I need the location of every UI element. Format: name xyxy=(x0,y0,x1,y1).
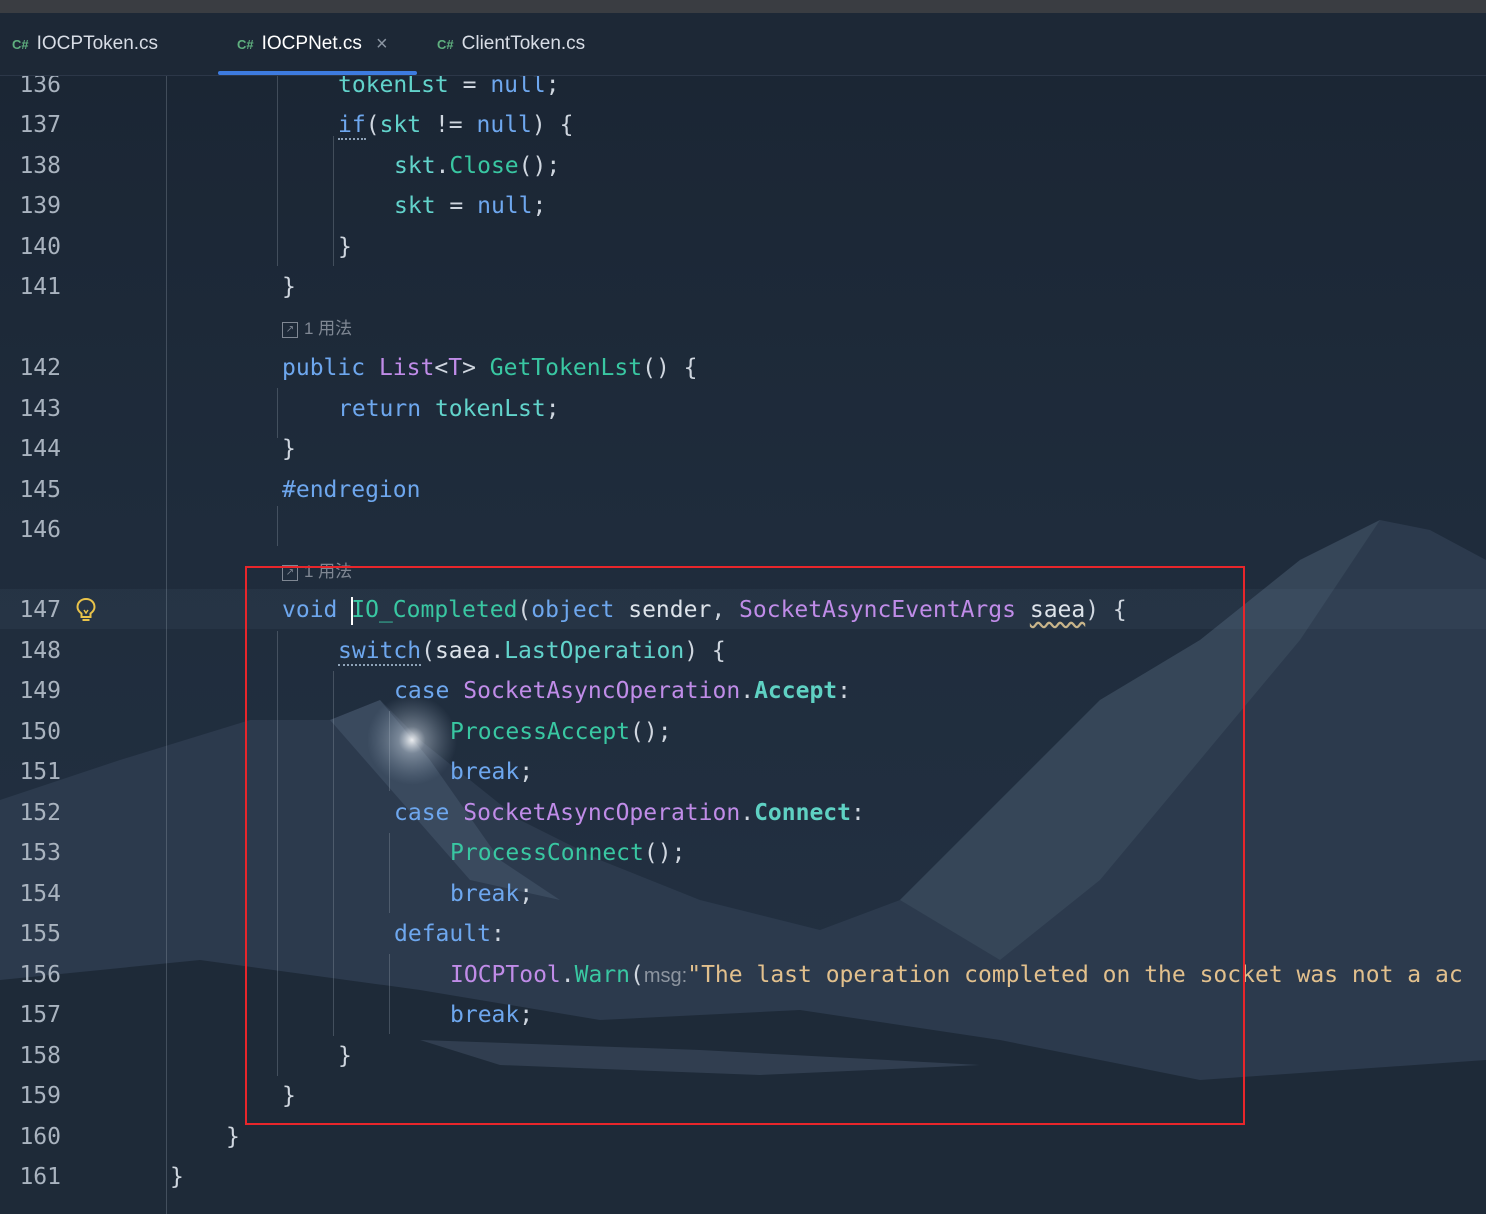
tab-clienttoken[interactable]: C# ClientToken.cs xyxy=(437,13,585,75)
line-number: 159 xyxy=(19,1083,61,1109)
line-number: 156 xyxy=(19,962,61,988)
line-number: 146 xyxy=(19,517,61,543)
code-line: 141 } xyxy=(0,267,1486,307)
line-number: 139 xyxy=(19,193,61,219)
line-number: 152 xyxy=(19,800,61,826)
code-text: return tokenLst; xyxy=(338,396,560,422)
tab-iocptoken[interactable]: C# IOCPToken.cs xyxy=(12,13,158,75)
code-line: 143 return tokenLst; xyxy=(0,389,1486,429)
line-number: 157 xyxy=(19,1002,61,1028)
active-tab-indicator xyxy=(218,71,417,75)
code-text: } xyxy=(226,1124,240,1150)
line-number: 142 xyxy=(19,355,61,381)
highlight-box-annotation xyxy=(245,566,1245,1125)
line-number: 155 xyxy=(19,921,61,947)
usage-count-hint[interactable]: ↗ 1 用法 xyxy=(282,314,352,344)
code-line: 136 tokenLst = null; xyxy=(0,76,1486,105)
line-number: 160 xyxy=(19,1124,61,1150)
line-number: 147 xyxy=(19,597,61,623)
line-number: 143 xyxy=(19,396,61,422)
code-text: #endregion xyxy=(282,477,421,503)
external-link-icon: ↗ xyxy=(282,321,298,338)
line-number: 153 xyxy=(19,840,61,866)
code-line: 161 } xyxy=(0,1157,1486,1197)
code-line: 137 if(skt != null) { xyxy=(0,105,1486,145)
code-text: skt.Close(); xyxy=(394,153,561,179)
code-text: } xyxy=(282,274,296,300)
code-line: 138 skt.Close(); xyxy=(0,146,1486,186)
code-line: 145 #endregion xyxy=(0,470,1486,510)
line-number: 137 xyxy=(19,112,61,138)
tab-label: IOCPNet.cs xyxy=(261,33,362,54)
code-line: 146 xyxy=(0,510,1486,550)
close-icon[interactable]: × xyxy=(376,33,388,56)
code-line: 140 } xyxy=(0,227,1486,267)
line-number: 161 xyxy=(19,1164,61,1190)
code-text: } xyxy=(282,436,296,462)
window-top-strip xyxy=(0,0,1486,13)
line-number: 144 xyxy=(19,436,61,462)
line-number: 138 xyxy=(19,153,61,179)
editor-tab-bar: C# IOCPToken.cs C# IOCPNet.cs × C# Clien… xyxy=(0,13,1486,76)
line-number: 158 xyxy=(19,1043,61,1069)
line-number: 145 xyxy=(19,477,61,503)
tab-iocpnet[interactable]: C# IOCPNet.cs × xyxy=(237,13,388,75)
line-number: 150 xyxy=(19,719,61,745)
code-text: tokenLst = null; xyxy=(338,76,560,98)
line-number: 151 xyxy=(19,759,61,785)
code-text: if(skt != null) { xyxy=(338,112,574,140)
code-text: } xyxy=(338,234,352,260)
code-text: skt = null; xyxy=(394,193,547,219)
tab-label: ClientToken.cs xyxy=(461,33,586,54)
line-number: 140 xyxy=(19,234,61,260)
csharp-file-icon: C# xyxy=(12,36,29,52)
line-number: 136 xyxy=(19,76,61,98)
line-number: 149 xyxy=(19,678,61,704)
line-number: 148 xyxy=(19,638,61,664)
tab-label: IOCPToken.cs xyxy=(36,33,159,54)
line-number: 154 xyxy=(19,881,61,907)
code-line: 142 public List<T> GetTokenLst() { xyxy=(0,348,1486,388)
code-text: } xyxy=(170,1164,184,1190)
code-line: 139 skt = null; xyxy=(0,186,1486,226)
line-number: 141 xyxy=(19,274,61,300)
csharp-file-icon: C# xyxy=(437,36,454,52)
code-text: public List<T> GetTokenLst() { xyxy=(282,355,698,381)
csharp-file-icon: C# xyxy=(237,36,254,52)
code-line: 144 } xyxy=(0,429,1486,469)
lightbulb-icon[interactable] xyxy=(74,596,98,624)
